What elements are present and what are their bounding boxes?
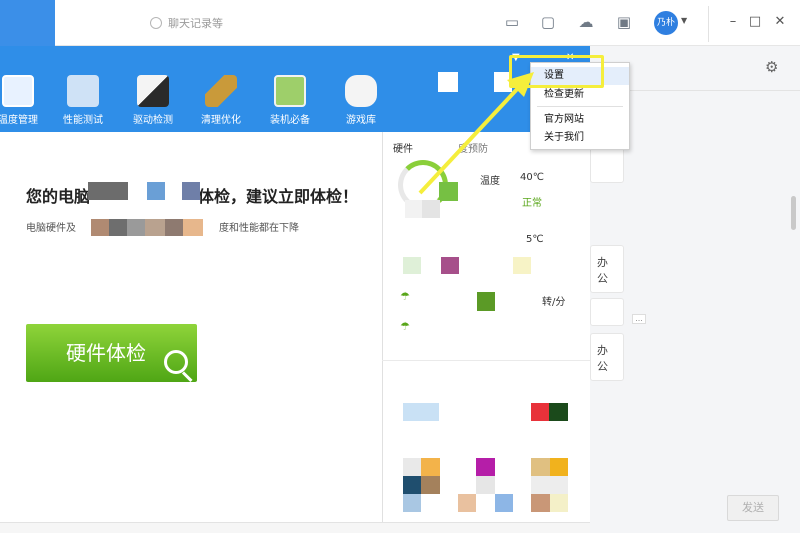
arrow-shaft xyxy=(418,84,522,195)
screen: 聊天记录等 ▭ ▢ ☁ ▣ 乃朴 ▼ – □ ✕ ⚙ 办公 办公 ... 发送 … xyxy=(0,0,800,533)
annotation-arrow xyxy=(418,72,534,195)
